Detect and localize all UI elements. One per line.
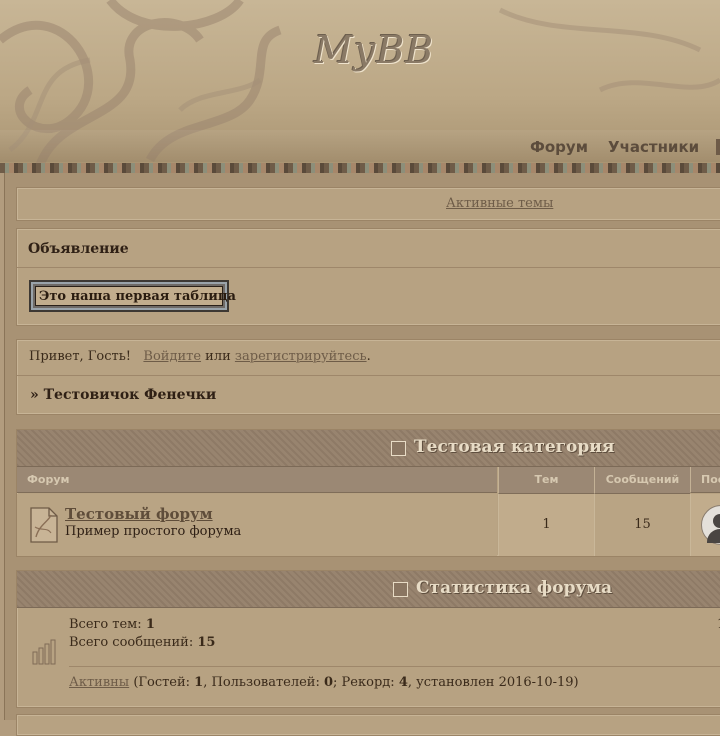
forum-status-icon (30, 507, 58, 543)
total-topics-label: Всего тем: (69, 617, 142, 632)
greeting-text: Привет, Гость! (29, 349, 132, 364)
footer-box (16, 714, 720, 736)
col-posts: Сообщений (594, 467, 690, 494)
stats-title: Статистика форума (416, 578, 613, 598)
or-text: или (205, 349, 231, 364)
announcement-table-cell: Это наша первая таблица (35, 286, 236, 306)
announcement-divider (17, 267, 720, 268)
record-date: 2016-10-19) (498, 675, 579, 690)
breadcrumb[interactable]: » Тестовичок Фенечки (30, 387, 216, 403)
forum-description: Пример простого форума (65, 524, 242, 539)
forum-row: Тестовый форум Пример простого форума (17, 494, 497, 556)
forum-last-post (690, 494, 720, 556)
category-box: Тестовая категория Форум Тем Сообщений П… (16, 429, 720, 557)
nav-forum[interactable]: Форум (530, 138, 588, 156)
collapse-icon[interactable] (391, 441, 406, 456)
total-posts-line: Всего сообщений: 15 (69, 635, 215, 650)
category-header (17, 430, 720, 467)
announcement-box: Объявление Это наша первая таблица (16, 228, 720, 326)
record-set-label: , установлен (407, 675, 495, 690)
announcement-table-text: Это наша первая таблица (39, 289, 236, 304)
welcome-divider (17, 375, 720, 376)
welcome-line: Привет, Гость! Войдите или зарегистрируй… (29, 349, 371, 364)
col-forum: Форум (17, 467, 497, 493)
site-logo[interactable]: MyBB (314, 28, 434, 72)
stats-box: Статистика форума Всего тем: 1 Всего соо… (16, 570, 720, 708)
col-last-post: Пос (690, 467, 720, 493)
nav-divider (716, 139, 720, 155)
active-threads-bar: Активные темы (16, 187, 720, 221)
forum-name[interactable]: Тестовый форум (65, 505, 213, 523)
col-topics: Тем (498, 467, 594, 494)
login-link[interactable]: Войдите (143, 349, 201, 364)
category-title[interactable]: Тестовая категория (414, 437, 614, 457)
record-label: ; Рекорд: (333, 675, 395, 690)
active-threads-link[interactable]: Активные темы (446, 196, 553, 211)
nav-members[interactable]: Участники (608, 138, 699, 156)
active-users-link[interactable]: Активны (69, 675, 129, 690)
period-text: . (366, 349, 371, 364)
welcome-box: Привет, Гость! Войдите или зарегистрируй… (16, 339, 720, 415)
users-value: 0 (324, 675, 334, 690)
avatar-body-shape (707, 529, 720, 543)
guests-label: (Гостей: (133, 675, 191, 690)
register-link[interactable]: зарегистрируйтесь (235, 349, 367, 364)
total-topics-value: 1 (145, 617, 155, 632)
stats-chart-icon (32, 639, 56, 665)
total-topics-line: Всего тем: 1 (69, 617, 155, 632)
total-posts-label: Всего сообщений: (69, 635, 194, 650)
avatar-head-shape (713, 514, 720, 528)
forum-topics-count: 1 (498, 494, 594, 556)
announcement-title: Объявление (28, 241, 129, 257)
record-value: 4 (398, 675, 408, 690)
header-pattern-strip (0, 163, 720, 173)
users-label: , Пользователей: (203, 675, 320, 690)
total-posts-value: 15 (197, 635, 216, 650)
stats-divider (69, 666, 720, 667)
avatar[interactable] (701, 505, 720, 545)
guests-value: 1 (194, 675, 204, 690)
stats-header (17, 571, 720, 608)
collapse-icon[interactable] (393, 582, 408, 597)
announcement-table-frame: Это наша первая таблица (29, 280, 236, 312)
online-line: Активны (Гостей: 1, Пользователей: 0; Ре… (69, 675, 579, 690)
forum-posts-count: 15 (594, 494, 690, 556)
